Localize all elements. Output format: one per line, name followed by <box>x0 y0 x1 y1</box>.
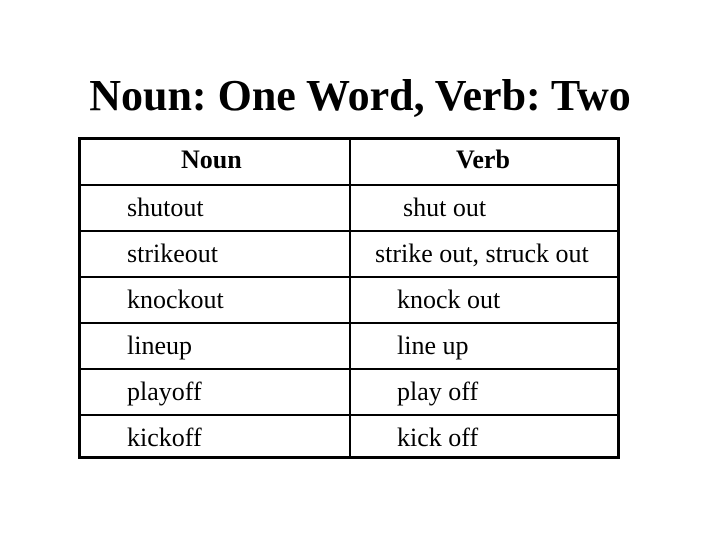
header-noun: Noun <box>181 145 242 174</box>
table-row: playoff play off <box>81 368 617 414</box>
table-row: strikeout strike out, struck out <box>81 230 617 276</box>
header-row: Noun Verb <box>81 137 617 183</box>
noun-verb-table: Noun Verb shutout shut out strikeout str… <box>78 137 620 459</box>
noun-cell: playoff <box>127 377 202 406</box>
noun-cell: kickoff <box>127 423 202 452</box>
noun-cell: strikeout <box>127 239 218 268</box>
noun-cell: lineup <box>127 331 192 360</box>
header-verb: Verb <box>456 145 510 174</box>
table-row: shutout shut out <box>81 184 617 230</box>
verb-cell: line up <box>397 331 469 360</box>
noun-cell: shutout <box>127 193 204 222</box>
table-row: knockout knock out <box>81 276 617 322</box>
verb-cell: knock out <box>397 285 501 314</box>
verb-cell: kick off <box>397 423 479 452</box>
table-row: kickoff kick off <box>81 414 617 460</box>
verb-cell: play off <box>397 377 479 406</box>
table-row: lineup line up <box>81 322 617 368</box>
verb-cell: strike out, struck out <box>375 239 589 268</box>
noun-cell: knockout <box>127 285 224 314</box>
slide-title: Noun: One Word, Verb: Two <box>89 71 631 120</box>
verb-cell: shut out <box>403 193 487 222</box>
